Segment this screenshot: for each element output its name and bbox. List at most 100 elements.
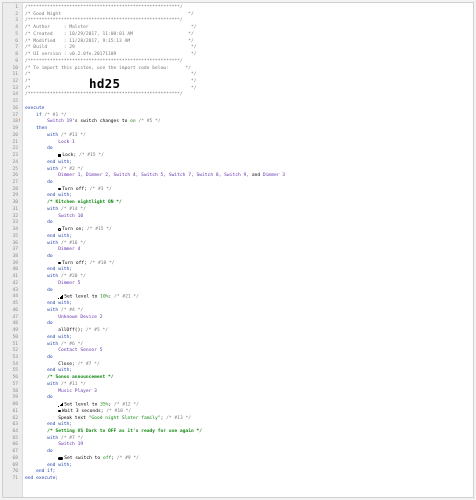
code-token: Set level to [64,294,101,300]
code-line[interactable]: 21 Lock 1 [3,140,473,146]
code-line[interactable]: 4 /* Author : Malster */ [3,25,473,31]
code-line[interactable]: 45 end with; [3,301,473,307]
breakpoint-marker[interactable]: ! [18,119,21,125]
code-line[interactable]: 55 end with; [3,368,473,374]
code-line[interactable]: 65 with /* #7 */ [3,436,473,442]
code-line[interactable]: 54 Close; /* #7 */ [3,362,473,368]
code-line[interactable]: 34 Turn on; /* #15 */ [3,227,473,233]
code-line[interactable]: 71 end execute; [3,476,473,482]
code-line[interactable]: 9 /**************************************… [3,59,473,65]
code-line[interactable]: 19 then [3,126,473,132]
code-text: end with; [25,335,72,341]
code-line[interactable]: 11/* */ [3,72,473,78]
code-line[interactable]: 41 with /* #20 */ [3,274,473,280]
line-number: 60 [12,402,18,408]
code-line[interactable]: 68 Set switch to off; /* #9 */ [3,456,473,462]
code-line[interactable]: 58 Music Player 3 [3,389,473,395]
code-line[interactable]: 35 end with; [3,234,473,240]
code-line[interactable]: 17 if /* #1 */ [3,113,473,119]
code-line[interactable]: 30 /* Kitchen nightlight ON */ [3,200,473,206]
code-line[interactable]: 8 /* UI version : v0.2.0fe.20171109 */ [3,52,473,58]
code-line[interactable]: 29 end with; [3,193,473,199]
code-line[interactable]: 6 /* Modified : 11/28/2017, 9:15:13 AM */ [3,39,473,45]
code-line[interactable]: 51 with /* #6 */ [3,342,473,348]
code-line[interactable]: 23 Lock; /* #15 */ [3,153,473,159]
code-line[interactable]: 46 with /* #4 */ [3,308,473,314]
line-number: 9 [15,58,18,64]
code-line[interactable]: 48 do [3,321,473,327]
code-line[interactable]: 2 /* Good Night */ [3,12,473,18]
code-line[interactable]: 59 do [3,395,473,401]
code-line[interactable]: 5 /* Created : 10/29/2017, 11:00:01 AM */ [3,32,473,38]
code-text: do [25,321,53,327]
code-line[interactable]: 1 /**************************************… [3,5,473,11]
code-line[interactable]: 39 Turn off; /* #18 */ [3,261,473,267]
code-token: end with; [25,368,73,374]
code-line[interactable]: 20 with /* #13 */ [3,133,473,139]
code-line[interactable]: 57 with /* #11 */ [3,382,473,388]
line-number: 23 [12,153,18,159]
line-number: 12 [12,79,18,85]
code-line[interactable]: 7 /* Build : 29 */ [3,45,473,51]
code-line[interactable]: 62 Speak text "Good night Slater family"… [3,416,473,422]
code-line[interactable]: 13/* */ [3,86,473,92]
code-line[interactable]: 61 Wait 3 seconds; /* #10 */ [3,409,473,415]
code-line[interactable]: 44 Set level to 10%; /* #21 */ [3,294,473,300]
code-text: /* Setting VS Dark to OFF as it's ready … [25,429,202,435]
code-token: do [25,321,53,327]
code-line[interactable]: 18! Switch 19's switch changes to on /* … [3,119,473,125]
code-line[interactable]: 67 do [3,449,473,455]
code-line[interactable]: 66 Switch 19 [3,442,473,448]
code-line[interactable]: 53 do [3,355,473,361]
code-token: Turn off; [62,260,87,266]
code-line[interactable]: 3 /**************************************… [3,18,473,24]
code-line[interactable]: 31 with /* #14 */ [3,207,473,213]
code-line[interactable]: 64 /* Setting VS Dark to OFF as it's rea… [3,429,473,435]
code-line[interactable]: 42 Dimmer 5 [3,281,473,287]
code-line[interactable]: 38 do [3,254,473,260]
code-line[interactable]: 52 Contact Sensor 5 [3,348,473,354]
code-token: /* Setting VS Dark to OFF as it's ready … [47,428,203,434]
code-text: with /* #13 */ [25,133,86,139]
code-line[interactable]: 14 /*************************************… [3,92,473,98]
line-number: 26 [12,173,18,179]
code-line[interactable]: 56 /* Sonos announcement */ [3,375,473,381]
code-line[interactable]: 33 do [3,220,473,226]
code-text: with /* #4 */ [25,308,83,314]
code-token: and [251,173,261,179]
code-line[interactable]: 28 Turn off; /* #3 */ [3,187,473,193]
code-line[interactable]: 24 end with; [3,160,473,166]
code-line[interactable]: 10 /* To import this piston, use the impo… [3,66,473,72]
code-token: then [25,126,48,132]
code-line[interactable]: 32 Switch 10 [3,214,473,220]
code-line[interactable]: 60 Set level to 35%; /* #12 */ [3,402,473,408]
code-line[interactable]: 50 end with; [3,335,473,341]
code-token: do [25,146,53,152]
code-text: do [25,146,53,152]
code-line[interactable]: 26 Dimmer 1, Dimmer 2, Switch 4, Switch … [3,173,473,179]
code-line[interactable]: 43 do [3,288,473,294]
code-line[interactable]: 63 end with; [3,422,473,428]
code-line[interactable]: 25 with /* #2 */ [3,167,473,173]
code-line[interactable]: 27 do [3,180,473,186]
code-line[interactable]: 49 allOff(); /* #5 */ [3,328,473,334]
code-line[interactable]: 36 with /* #16 */ [3,241,473,247]
code-token: /* Good Night */ [25,11,194,17]
code-token: /***************************************… [25,5,183,10]
code-line[interactable]: 37 Dimmer 4 [3,247,473,253]
code-line[interactable]: 40 end with; [3,267,473,273]
code-line[interactable]: 47 Unknown Device 2 [3,315,473,321]
line-number: 32 [12,213,18,219]
code-line[interactable]: 16 execute [3,106,473,112]
code-token: /* #1 */ [44,112,67,118]
code-text: Switch 10 [25,214,83,220]
code-line[interactable]: 12/* */ [3,79,473,85]
code-line[interactable]: 70 end if; [3,469,473,475]
line-number: 40 [12,267,18,273]
code-line[interactable]: 15 [3,99,473,105]
code-line[interactable]: 22 do [3,146,473,152]
code-line[interactable]: 69 end with; [3,463,473,469]
